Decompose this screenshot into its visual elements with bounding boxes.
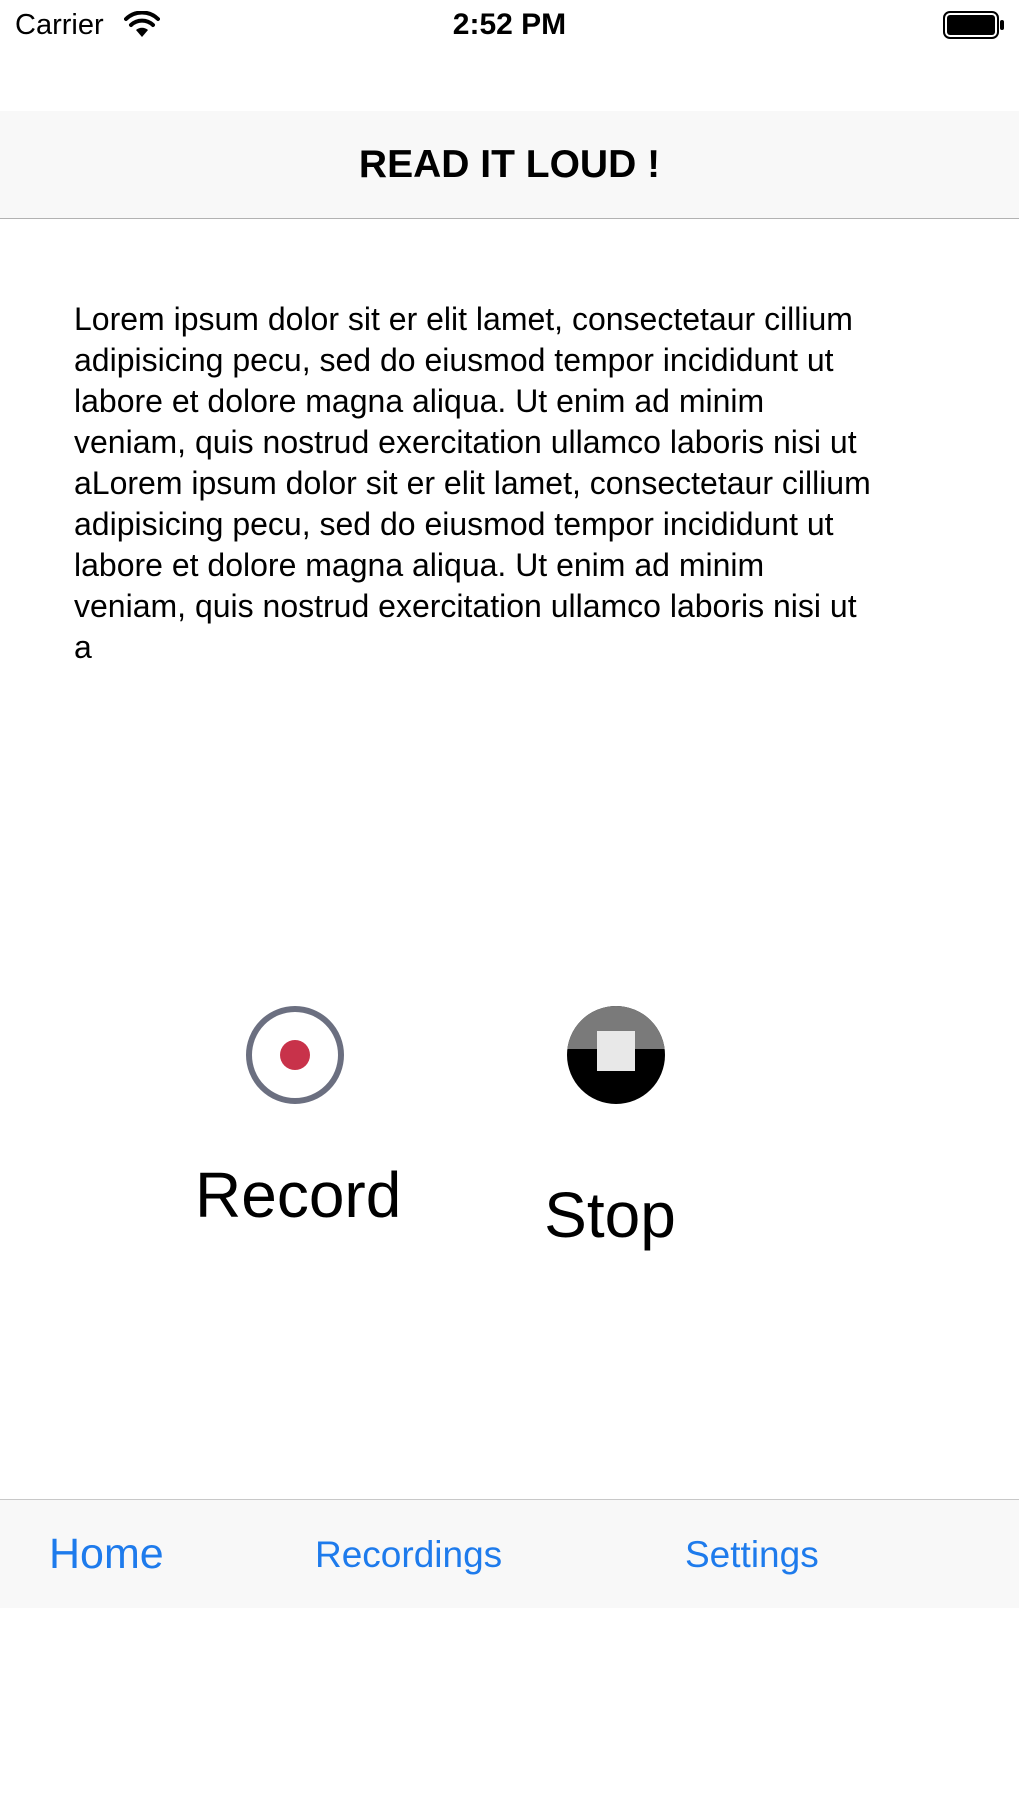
record-button[interactable] bbox=[245, 1005, 345, 1105]
battery-icon bbox=[943, 11, 1005, 39]
record-label: Record bbox=[195, 1159, 402, 1231]
clock: 2:52 PM bbox=[452, 8, 567, 41]
reading-text: Lorem ipsum dolor sit er elit lamet, con… bbox=[74, 301, 871, 665]
stop-icon bbox=[567, 1006, 665, 1104]
navigation-bar: READ IT LOUD ! bbox=[0, 111, 1019, 219]
tab-bar: Home Recordings Settings bbox=[0, 1499, 1019, 1608]
stop-label: Stop bbox=[544, 1179, 676, 1251]
tab-home[interactable]: Home bbox=[49, 1530, 164, 1579]
tab-recordings[interactable]: Recordings bbox=[315, 1534, 502, 1576]
status-bar: Carrier 2:52 PM bbox=[0, 0, 1019, 52]
page-title: READ IT LOUD ! bbox=[358, 143, 661, 186]
stop-button[interactable] bbox=[566, 1005, 666, 1105]
record-icon bbox=[246, 1006, 344, 1104]
tab-settings[interactable]: Settings bbox=[685, 1534, 819, 1576]
